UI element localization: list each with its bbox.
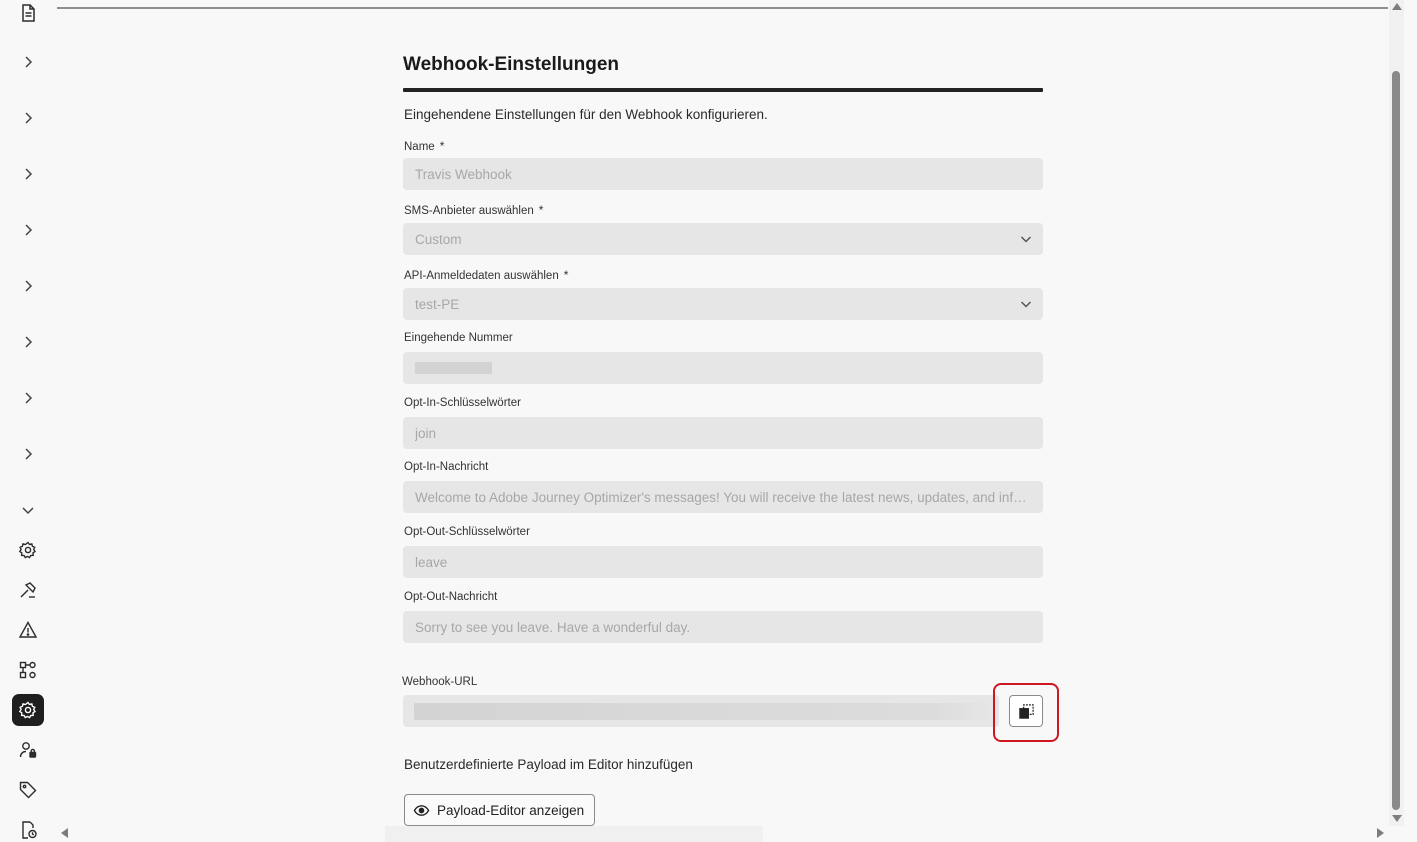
chevron-down-icon <box>1020 236 1032 243</box>
title-underline <box>403 88 1043 92</box>
channel-settings-icon[interactable] <box>12 694 44 726</box>
vertical-scrollbar[interactable] <box>1389 0 1404 826</box>
tag-icon[interactable] <box>12 774 44 806</box>
top-divider <box>57 7 1388 9</box>
alert-icon[interactable] <box>12 614 44 646</box>
user-lock-icon[interactable] <box>12 734 44 766</box>
scroll-left-arrow[interactable] <box>61 828 68 838</box>
expand-chevron-icon[interactable] <box>16 386 40 410</box>
page: Webhook-Einstellungen Eingehendene Einst… <box>0 0 1417 842</box>
name-label: Name * <box>404 139 445 153</box>
optout-keywords-field[interactable]: leave <box>403 546 1043 578</box>
optin-keywords-label: Opt-In-Schlüsselwörter <box>404 397 521 409</box>
scroll-down-arrow[interactable] <box>1392 815 1402 822</box>
expand-chevron-icon[interactable] <box>16 162 40 186</box>
scroll-up-arrow[interactable] <box>1392 3 1402 10</box>
sms-provider-select[interactable]: Custom <box>403 223 1043 255</box>
expand-chevron-icon[interactable] <box>16 106 40 130</box>
expand-chevron-icon[interactable] <box>16 274 40 298</box>
required-asterisk: * <box>538 203 544 217</box>
required-asterisk: * <box>439 139 445 153</box>
sms-provider-label: SMS-Anbieter auswählen * <box>404 203 544 217</box>
required-asterisk: * <box>563 268 569 282</box>
expand-chevron-icon[interactable] <box>16 218 40 242</box>
api-credentials-select[interactable]: test-PE <box>403 288 1043 320</box>
hammer-icon[interactable] <box>12 574 44 606</box>
api-credentials-label: API-Anmeldedaten auswählen * <box>404 268 569 282</box>
inbound-number-field[interactable] <box>403 352 1043 384</box>
settings-icon[interactable] <box>12 534 44 566</box>
left-nav-rail <box>0 0 56 842</box>
chevron-down-icon <box>1020 301 1032 308</box>
page-title: Webhook-Einstellungen <box>403 54 620 75</box>
inbound-number-label: Eingehende Nummer <box>404 332 513 344</box>
webhook-url-field[interactable] <box>403 695 999 727</box>
collapse-chevron-icon[interactable] <box>16 498 40 522</box>
payload-description: Benutzerdefinierte Payload im Editor hin… <box>404 757 693 772</box>
scrollbar-thumb[interactable] <box>1392 71 1400 810</box>
copy-url-button[interactable] <box>1009 695 1043 727</box>
redacted-url <box>414 703 992 720</box>
form-description: Eingehendene Einstellungen für den Webho… <box>404 107 768 122</box>
show-payload-editor-button[interactable]: Payload-Editor anzeigen <box>404 794 596 826</box>
horizontal-scrollbar[interactable] <box>385 826 763 842</box>
expand-chevron-icon[interactable] <box>16 50 40 74</box>
webhook-url-label: Webhook-URL <box>402 676 478 688</box>
expand-chevron-icon[interactable] <box>16 330 40 354</box>
eye-icon <box>413 804 430 816</box>
document-icon[interactable] <box>12 0 44 29</box>
expand-chevron-icon[interactable] <box>16 442 40 466</box>
optin-keywords-field[interactable]: join <box>403 417 1043 449</box>
optout-message-label: Opt-Out-Nachricht <box>404 591 498 603</box>
workflow-settings-icon[interactable] <box>12 654 44 686</box>
scroll-right-arrow[interactable] <box>1377 828 1384 838</box>
optout-keywords-label: Opt-Out-Schlüsselwörter <box>404 526 530 538</box>
name-field[interactable]: Travis Webhook <box>403 158 1043 190</box>
optout-message-field[interactable]: Sorry to see you leave. Have a wonderful… <box>403 611 1043 643</box>
optin-message-label: Opt-In-Nachricht <box>404 461 489 473</box>
copy-icon <box>1018 703 1034 719</box>
document-clock-icon[interactable] <box>12 814 44 842</box>
optin-message-field[interactable]: Welcome to Adobe Journey Optimizer's mes… <box>403 481 1043 513</box>
redacted-value <box>415 362 492 374</box>
